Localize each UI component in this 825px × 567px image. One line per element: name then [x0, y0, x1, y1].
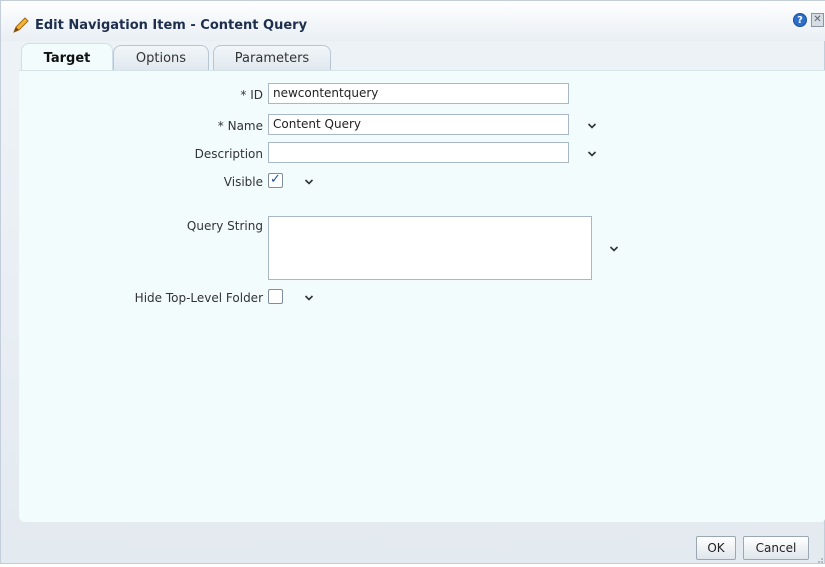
- chevron-down-icon[interactable]: [586, 148, 598, 160]
- query-string-label: Query String: [186, 219, 263, 233]
- target-tab-panel: * ID newcontentquery * Name Content Quer…: [19, 70, 825, 522]
- close-icon[interactable]: ✕: [811, 13, 824, 27]
- id-field[interactable]: newcontentquery: [268, 83, 569, 104]
- visible-checkbox[interactable]: ✓: [268, 173, 283, 188]
- description-field[interactable]: [268, 142, 569, 163]
- help-icon[interactable]: ?: [793, 13, 807, 27]
- cancel-button[interactable]: Cancel: [743, 536, 809, 560]
- pencil-icon: [11, 15, 31, 35]
- ok-button[interactable]: OK: [696, 536, 736, 560]
- chevron-down-icon[interactable]: [586, 120, 598, 132]
- tab-parameters[interactable]: Parameters: [213, 45, 331, 71]
- hide-top-level-folder-checkbox[interactable]: [268, 289, 283, 304]
- chevron-down-icon[interactable]: [303, 176, 315, 188]
- tab-target-label: Target: [43, 51, 91, 66]
- tab-options[interactable]: Options: [113, 45, 209, 71]
- chevron-down-icon[interactable]: [303, 292, 315, 304]
- dialog-footer: OK Cancel: [1, 522, 825, 565]
- edit-navigation-item-dialog: Edit Navigation Item - Content Query ? ✕…: [0, 0, 825, 564]
- description-label: Description: [194, 147, 263, 161]
- resize-grip-icon[interactable]: [814, 553, 824, 563]
- tab-parameters-label: Parameters: [234, 51, 310, 66]
- query-string-textarea[interactable]: [268, 216, 592, 280]
- chevron-down-icon[interactable]: [608, 243, 620, 255]
- name-field[interactable]: Content Query: [268, 114, 569, 135]
- dialog-titlebar: Edit Navigation Item - Content Query ? ✕: [1, 1, 825, 41]
- hide-top-level-folder-label: Hide Top-Level Folder: [134, 291, 263, 305]
- tab-target[interactable]: Target: [21, 43, 113, 71]
- visible-label: Visible: [223, 175, 263, 189]
- name-label: * Name: [217, 119, 263, 133]
- tab-options-label: Options: [135, 51, 187, 66]
- id-label: * ID: [240, 88, 263, 102]
- dialog-title: Edit Navigation Item - Content Query: [35, 18, 308, 33]
